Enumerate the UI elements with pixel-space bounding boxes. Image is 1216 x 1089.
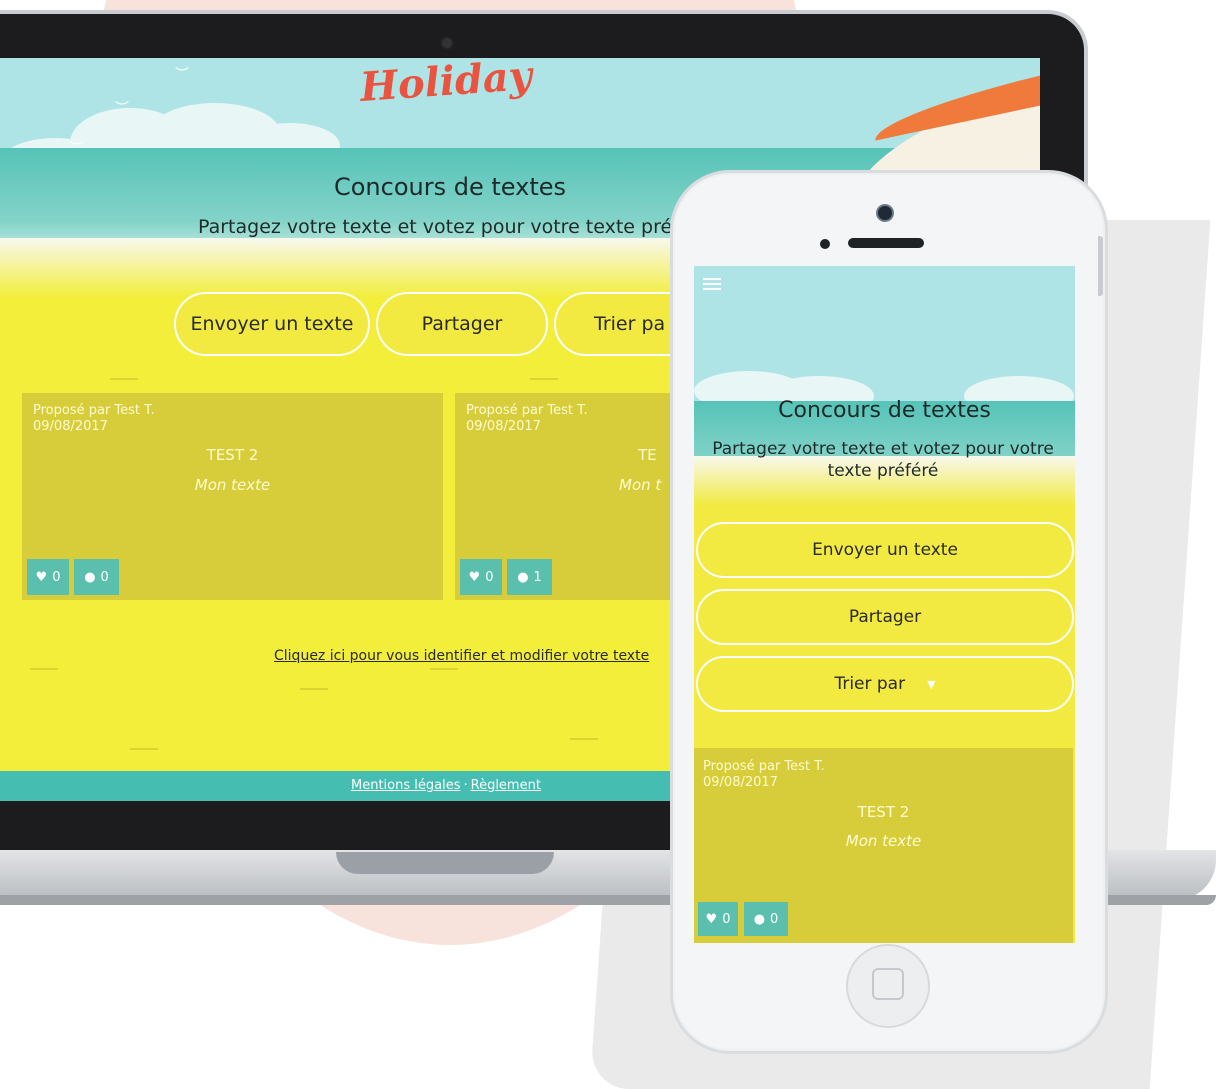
comment-icon: ● (84, 569, 96, 585)
legal-link[interactable]: Mentions légales (351, 778, 460, 793)
hamburger-icon[interactable] (703, 278, 721, 291)
comment-button[interactable]: ● 0 (744, 902, 788, 936)
laptop-notch (336, 852, 554, 874)
card-text: Mon t (619, 476, 662, 494)
card-author: Proposé par Test T. (33, 403, 155, 418)
page-title: Concours de textes (778, 398, 991, 423)
card-date: 09/08/2017 (33, 419, 108, 434)
comment-count: 1 (533, 569, 542, 585)
like-button[interactable]: ♥ 0 (27, 559, 69, 595)
send-text-button[interactable]: Envoyer un texte (696, 522, 1074, 578)
phone-side-button (1098, 236, 1103, 296)
mobile-screen: Concours de textes Partagez votre texte … (694, 266, 1075, 943)
comment-button[interactable]: ● 1 (507, 559, 552, 595)
bird-icon: ︶ (175, 67, 189, 83)
bird-icon: ︶ (70, 141, 84, 157)
card-text: Mon texte (194, 476, 271, 494)
comment-count: 0 (770, 911, 779, 927)
like-count: 0 (485, 569, 494, 585)
heart-icon: ♥ (468, 569, 481, 585)
card-date: 09/08/2017 (466, 419, 541, 434)
page-subtitle: Partagez votre texte et votez pour votre… (712, 439, 1054, 481)
chevron-down-icon: ▼ (927, 677, 936, 691)
like-button[interactable]: ♥ 0 (698, 902, 738, 936)
heart-icon: ♥ (35, 569, 48, 585)
comment-icon: ● (753, 911, 766, 927)
rules-link[interactable]: Règlement (471, 778, 541, 793)
like-count: 0 (52, 569, 61, 585)
share-button[interactable]: Partager (696, 589, 1074, 645)
identify-link[interactable]: Cliquez ici pour vous identifier et modi… (274, 648, 649, 664)
like-count: 0 (722, 911, 731, 927)
phone-speaker (848, 238, 924, 248)
send-text-button[interactable]: Envoyer un texte (174, 292, 370, 356)
card-title: TEST 2 (206, 446, 259, 464)
home-square-icon (872, 968, 904, 1000)
share-button[interactable]: Partager (376, 292, 548, 356)
card-title: TE (638, 446, 657, 464)
footer-separator: · (463, 778, 468, 793)
card-author: Proposé par Test T. (703, 759, 825, 774)
text-card[interactable]: Proposé par Test T. 09/08/2017 TEST 2 Mo… (694, 748, 1073, 943)
card-date: 09/08/2017 (703, 775, 778, 790)
card-text: Mon texte (845, 832, 922, 850)
phone-sensor (820, 239, 830, 249)
heart-icon: ♥ (705, 911, 718, 927)
comment-count: 0 (100, 569, 109, 585)
text-card[interactable]: Proposé par Test T. 09/08/2017 TEST 2 Mo… (22, 393, 443, 600)
sort-label: Trier par (834, 674, 906, 694)
card-title: TEST 2 (857, 803, 910, 821)
comment-button[interactable]: ● 0 (74, 559, 119, 595)
card-author: Proposé par Test T. (466, 403, 588, 418)
sort-button[interactable]: Trier par ▼ (696, 656, 1074, 712)
page-subtitle: Partagez votre texte et votez pour votre… (198, 216, 679, 238)
bird-icon: ︶ (115, 101, 129, 117)
like-button[interactable]: ♥ 0 (460, 559, 502, 595)
laptop-camera (440, 36, 454, 50)
comment-icon: ● (517, 569, 529, 585)
phone-camera (876, 204, 894, 222)
